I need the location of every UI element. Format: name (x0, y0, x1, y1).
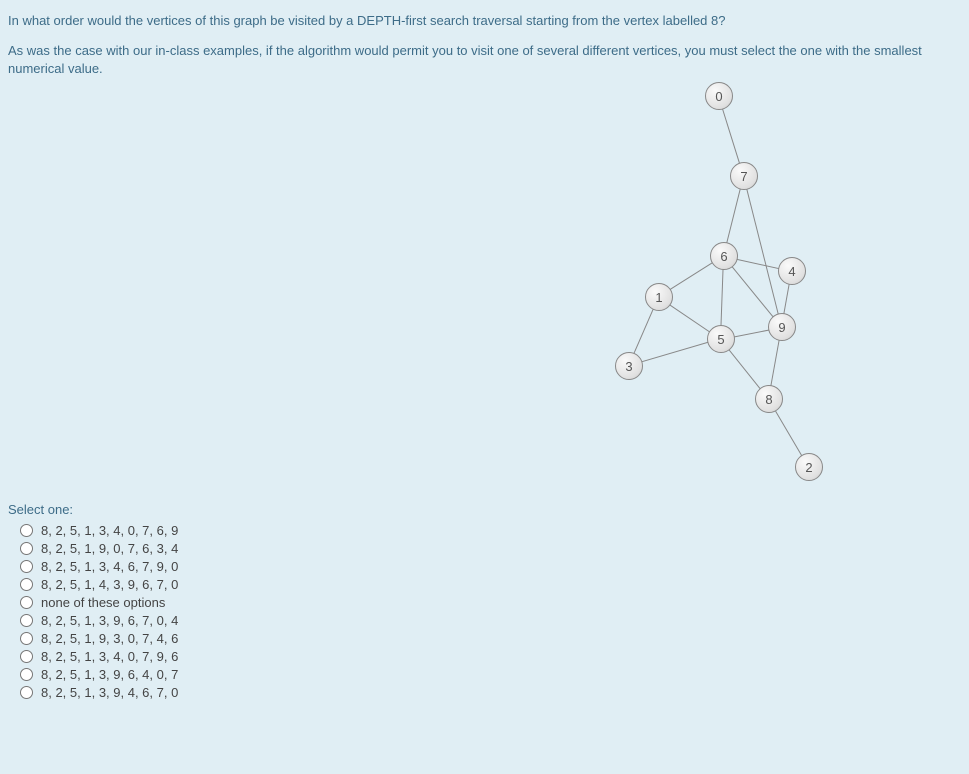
graph-diagram: 0 7 6 4 1 9 5 3 8 2 (600, 70, 920, 490)
answer-option[interactable]: 8, 2, 5, 1, 9, 3, 0, 7, 4, 6 (20, 631, 178, 646)
answer-label[interactable]: 8, 2, 5, 1, 3, 4, 6, 7, 9, 0 (41, 559, 178, 574)
graph-vertex-5: 5 (707, 325, 735, 353)
answer-radio[interactable] (20, 632, 33, 645)
answer-label[interactable]: 8, 2, 5, 1, 3, 9, 6, 7, 0, 4 (41, 613, 178, 628)
answer-block: Select one: 8, 2, 5, 1, 3, 4, 0, 7, 6, 9… (8, 502, 178, 703)
select-one-label: Select one: (8, 502, 178, 517)
graph-vertex-3: 3 (615, 352, 643, 380)
answer-label[interactable]: 8, 2, 5, 1, 3, 4, 0, 7, 9, 6 (41, 649, 178, 664)
answer-radio[interactable] (20, 578, 33, 591)
answer-option[interactable]: 8, 2, 5, 1, 9, 0, 7, 6, 3, 4 (20, 541, 178, 556)
answer-option[interactable]: 8, 2, 5, 1, 3, 4, 6, 7, 9, 0 (20, 559, 178, 574)
answer-label[interactable]: 8, 2, 5, 1, 3, 4, 0, 7, 6, 9 (41, 523, 178, 538)
answer-radio[interactable] (20, 650, 33, 663)
answer-option[interactable]: none of these options (20, 595, 178, 610)
answer-option[interactable]: 8, 2, 5, 1, 3, 9, 6, 7, 0, 4 (20, 613, 178, 628)
answer-label[interactable]: 8, 2, 5, 1, 9, 0, 7, 6, 3, 4 (41, 541, 178, 556)
graph-vertex-4: 4 (778, 257, 806, 285)
answer-radio[interactable] (20, 542, 33, 555)
answer-radio[interactable] (20, 614, 33, 627)
graph-vertex-9: 9 (768, 313, 796, 341)
graph-vertex-0: 0 (705, 82, 733, 110)
answer-option[interactable]: 8, 2, 5, 1, 3, 4, 0, 7, 9, 6 (20, 649, 178, 664)
answer-label[interactable]: none of these options (41, 595, 165, 610)
question-text: In what order would the vertices of this… (0, 0, 969, 36)
options-container: 8, 2, 5, 1, 3, 4, 0, 7, 6, 9 8, 2, 5, 1, … (8, 523, 178, 700)
answer-option[interactable]: 8, 2, 5, 1, 3, 9, 4, 6, 7, 0 (20, 685, 178, 700)
answer-label[interactable]: 8, 2, 5, 1, 4, 3, 9, 6, 7, 0 (41, 577, 178, 592)
graph-vertex-8: 8 (755, 385, 783, 413)
answer-radio[interactable] (20, 686, 33, 699)
graph-vertex-6: 6 (710, 242, 738, 270)
answer-radio[interactable] (20, 524, 33, 537)
graph-vertex-7: 7 (730, 162, 758, 190)
answer-label[interactable]: 8, 2, 5, 1, 9, 3, 0, 7, 4, 6 (41, 631, 178, 646)
answer-radio[interactable] (20, 596, 33, 609)
answer-radio[interactable] (20, 668, 33, 681)
answer-option[interactable]: 8, 2, 5, 1, 3, 9, 6, 4, 0, 7 (20, 667, 178, 682)
graph-vertex-2: 2 (795, 453, 823, 481)
answer-radio[interactable] (20, 560, 33, 573)
answer-option[interactable]: 8, 2, 5, 1, 3, 4, 0, 7, 6, 9 (20, 523, 178, 538)
graph-vertex-1: 1 (645, 283, 673, 311)
answer-label[interactable]: 8, 2, 5, 1, 3, 9, 6, 4, 0, 7 (41, 667, 178, 682)
answer-option[interactable]: 8, 2, 5, 1, 4, 3, 9, 6, 7, 0 (20, 577, 178, 592)
answer-label[interactable]: 8, 2, 5, 1, 3, 9, 4, 6, 7, 0 (41, 685, 178, 700)
